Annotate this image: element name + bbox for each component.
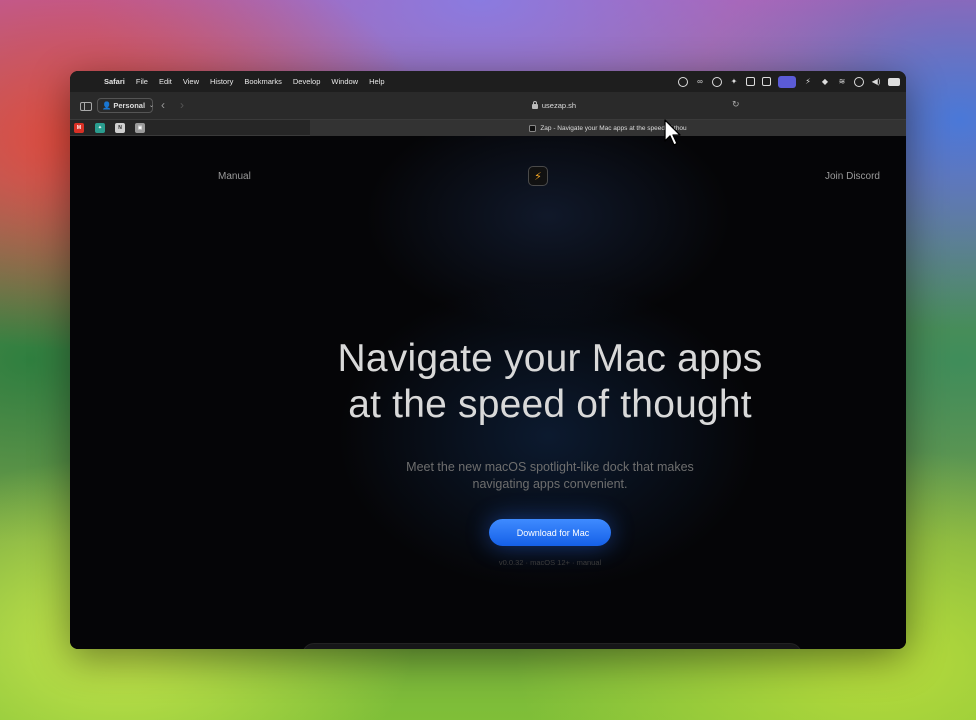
headline-line-2: at the speed of thought bbox=[348, 383, 752, 426]
hero-headline: Navigate your Mac apps at the speed of t… bbox=[270, 336, 830, 428]
subtitle-line-1: Meet the new macOS spotlight-like dock t… bbox=[406, 460, 694, 474]
status-tray: ∞ ✦ ⚡ ◆ ≋ ◀) bbox=[678, 71, 900, 92]
menu-view[interactable]: View bbox=[183, 77, 199, 86]
version-info: v0.0.32 · macOS 12+ · manual bbox=[498, 558, 602, 567]
join-discord-link[interactable]: Join Discord bbox=[825, 171, 880, 182]
zap-favicon-icon bbox=[529, 124, 537, 132]
download-for-mac-button[interactable]: Download for Mac bbox=[489, 519, 611, 546]
pinned-tab-gmail-icon[interactable]: M bbox=[74, 123, 84, 133]
menu-bookmarks[interactable]: Bookmarks bbox=[244, 77, 282, 86]
back-arrow-icon[interactable]: ‹ bbox=[161, 98, 165, 112]
lock-icon bbox=[531, 101, 538, 109]
zap-logo-icon[interactable]: ⚡ bbox=[528, 166, 548, 186]
display-icon[interactable] bbox=[778, 75, 796, 88]
notes-icon[interactable] bbox=[762, 77, 771, 86]
url-text: usezap.sh bbox=[541, 101, 577, 110]
control-center-icon[interactable] bbox=[854, 76, 864, 87]
pinned-tab-page-icon[interactable]: ▣ bbox=[135, 123, 145, 133]
menu-history[interactable]: History bbox=[210, 77, 233, 86]
zap-bolt-icon[interactable]: ⚡ bbox=[803, 77, 813, 87]
address-bar[interactable]: usezap.sh bbox=[362, 97, 746, 114]
tab-zap[interactable]: Zap - Navigate your Mac apps at the spee… bbox=[310, 120, 906, 136]
volume-icon[interactable]: ◀) bbox=[871, 77, 881, 87]
link-icon[interactable]: ∞ bbox=[695, 77, 705, 87]
pinned-tab-linear-icon[interactable]: ✦ bbox=[95, 123, 105, 133]
menu-file[interactable]: File bbox=[136, 77, 148, 86]
menu-develop[interactable]: Develop bbox=[293, 77, 321, 86]
manual-link[interactable]: Manual bbox=[218, 171, 251, 182]
hero-subtitle: Meet the new macOS spotlight-like dock t… bbox=[350, 459, 750, 493]
headline-line-1: Navigate your Mac apps bbox=[337, 337, 763, 380]
profile-selector[interactable]: 👤 Personal ⌄ bbox=[97, 98, 155, 113]
window-tool-icon[interactable] bbox=[746, 77, 755, 86]
menu-edit[interactable]: Edit bbox=[159, 77, 172, 86]
web-content: Manual ⚡ Join Discord Navigate your Mac … bbox=[70, 136, 906, 649]
sidebar-toggle-icon[interactable] bbox=[80, 102, 92, 111]
menu-help[interactable]: Help bbox=[369, 77, 384, 86]
profile-label: Personal bbox=[113, 101, 146, 110]
person-icon: 👤 bbox=[102, 101, 112, 110]
menu-bar: Safari File Edit View History Bookmarks … bbox=[70, 71, 906, 92]
sparkle-icon[interactable]: ✦ bbox=[729, 77, 739, 87]
safari-window: Safari File Edit View History Bookmarks … bbox=[70, 71, 906, 649]
drop-icon[interactable]: ◆ bbox=[820, 77, 830, 87]
subtitle-line-2: navigating apps convenient. bbox=[472, 477, 628, 491]
password-icon[interactable] bbox=[712, 76, 722, 87]
pinned-tab-notion-icon[interactable]: N bbox=[115, 123, 125, 133]
wifi-icon[interactable]: ≋ bbox=[837, 77, 847, 87]
download-label: Download for Mac bbox=[516, 527, 590, 538]
menu-window[interactable]: Window bbox=[331, 77, 358, 86]
battery-icon[interactable] bbox=[888, 77, 900, 86]
record-icon[interactable] bbox=[678, 76, 688, 87]
mouse-cursor-icon bbox=[664, 119, 681, 146]
zap-dock: A # ≺ ≋ N 1 ☺ ☻ bbox=[302, 643, 802, 649]
reload-icon[interactable]: ↻ bbox=[732, 99, 740, 110]
browser-toolbar: 👤 Personal ⌄ ‹ › usezap.sh ↻ bbox=[70, 92, 906, 120]
tab-bar: M ✦ N ▣ Zap - Navigate your Mac apps at … bbox=[70, 120, 906, 136]
menu-app-name[interactable]: Safari bbox=[104, 77, 125, 86]
forward-arrow-icon[interactable]: › bbox=[180, 98, 184, 112]
chevron-down-icon: ⌄ bbox=[149, 103, 155, 109]
